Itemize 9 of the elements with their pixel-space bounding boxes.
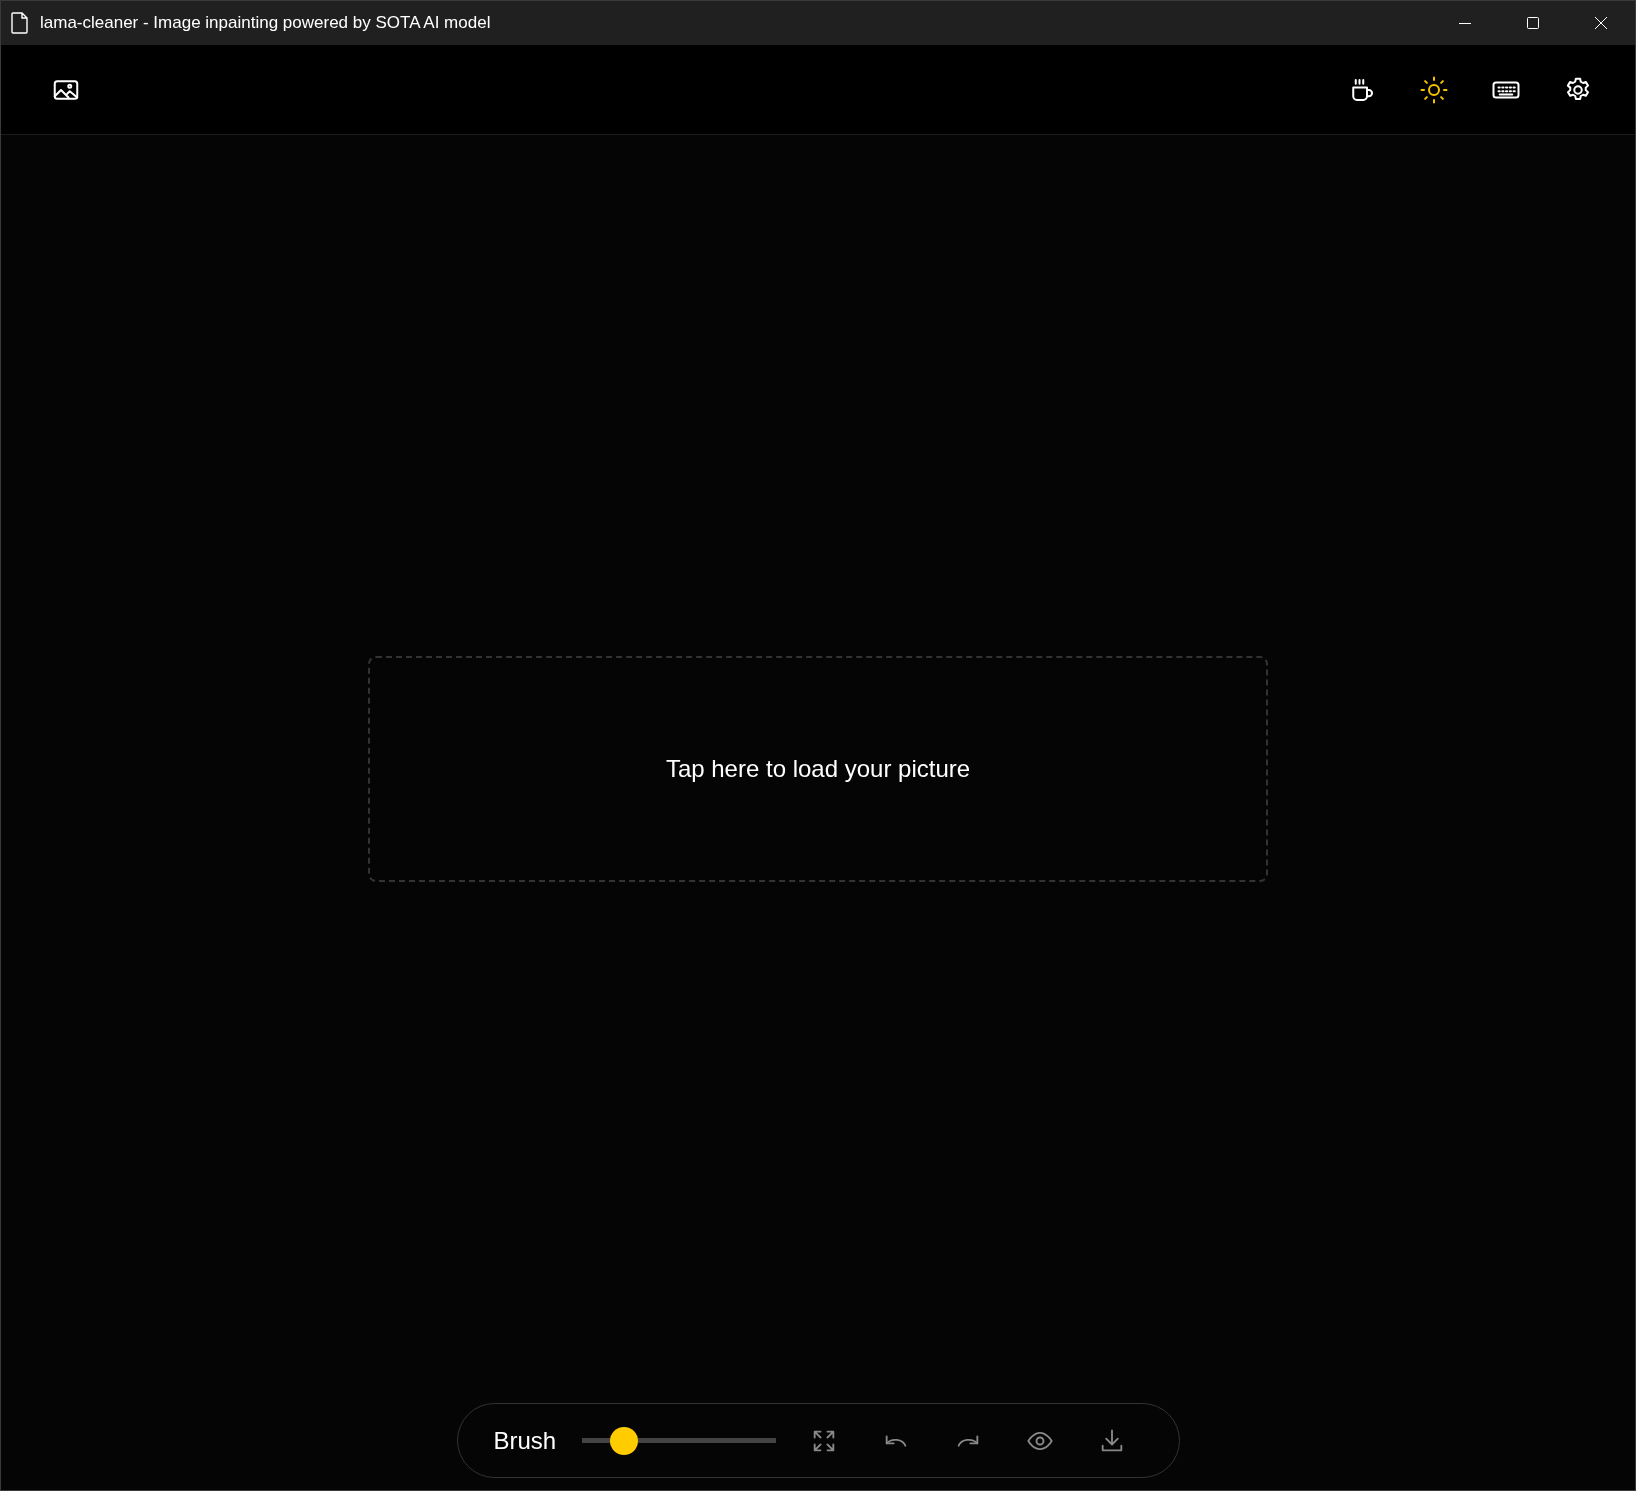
maximize-icon: [1525, 15, 1541, 31]
brush-label: Brush: [493, 1426, 557, 1455]
minimize-icon: [1458, 22, 1472, 24]
sun-icon: [1419, 74, 1449, 105]
close-icon: [1593, 15, 1609, 31]
slider-thumb[interactable]: [610, 1426, 639, 1455]
window-title: lama-cleaner - Image inpainting powered by SOTA AI model: [40, 13, 492, 33]
file-drop-zone[interactable]: Tap here to load your picture: [368, 656, 1268, 882]
document-icon: [11, 12, 29, 34]
